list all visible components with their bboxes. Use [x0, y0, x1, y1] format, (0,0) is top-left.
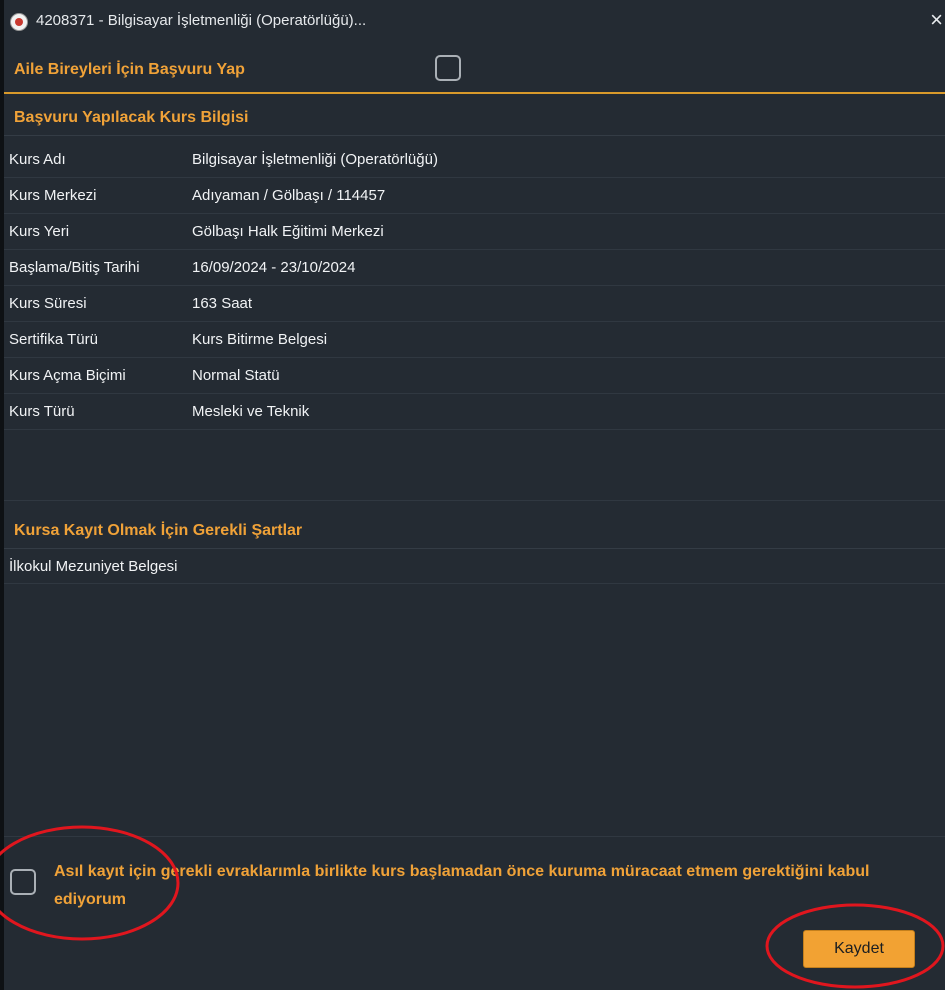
agreement-text: Asıl kayıt için gerekli evraklarımla bir… [54, 863, 870, 908]
info-value: Adıyaman / Gölbaşı / 114457 [192, 187, 386, 204]
info-key: Sertifika Türü [9, 331, 98, 348]
info-row-course-name: Kurs Adı Bilgisayar İşletmenliği (Operat… [4, 142, 945, 178]
info-value: Normal Statü [192, 367, 280, 384]
requirement-item: İlkokul Mezuniyet Belgesi [4, 549, 945, 584]
info-key: Kurs Süresi [9, 295, 87, 312]
family-application-checkbox[interactable] [435, 55, 461, 81]
info-key: Kurs Türü [9, 403, 75, 420]
requirements-heading-text: Kursa Kayıt Olmak İçin Gerekli Şartlar [14, 522, 303, 539]
info-key: Kurs Merkezi [9, 187, 97, 204]
info-value: Gölbaşı Halk Eğitimi Merkezi [192, 223, 384, 240]
family-application-label: Aile Bireyleri İçin Başvuru Yap [14, 61, 245, 78]
info-key: Kurs Yeri [9, 223, 70, 240]
info-value: 16/09/2024 - 23/10/2024 [192, 259, 356, 276]
save-button[interactable]: Kaydet [803, 930, 915, 968]
info-row-opening-type: Kurs Açma Biçimi Normal Statü [4, 358, 945, 394]
course-info-heading-text: Başvuru Yapılacak Kurs Bilgisi [14, 109, 249, 126]
requirements-heading: Kursa Kayıt Olmak İçin Gerekli Şartlar [4, 514, 945, 549]
agreement-checkbox[interactable] [10, 869, 36, 895]
info-row-course-type: Kurs Türü Mesleki ve Teknik [4, 394, 945, 430]
info-value: Kurs Bitirme Belgesi [192, 331, 328, 348]
info-value: Mesleki ve Teknik [192, 403, 310, 420]
meb-logo-icon [10, 13, 28, 31]
title-bar: 4208371 - Bilgisayar İşletmenliği (Opera… [4, 0, 945, 46]
info-value: 163 Saat [192, 295, 253, 312]
info-row-course-center: Kurs Merkezi Adıyaman / Gölbaşı / 114457 [4, 178, 945, 214]
section-divider [4, 500, 945, 501]
info-row-duration: Kurs Süresi 163 Saat [4, 286, 945, 322]
info-key: Kurs Adı [9, 151, 66, 168]
info-key: Kurs Açma Biçimi [9, 367, 126, 384]
close-icon[interactable]: × [930, 9, 943, 31]
footer-divider [4, 836, 945, 837]
window-title: 4208371 - Bilgisayar İşletmenliği (Opera… [36, 12, 367, 29]
course-info-heading: Başvuru Yapılacak Kurs Bilgisi [4, 101, 945, 136]
info-row-certificate-type: Sertifika Türü Kurs Bitirme Belgesi [4, 322, 945, 358]
family-application-row: Aile Bireyleri İçin Başvuru Yap [4, 48, 945, 94]
info-key: Başlama/Bitiş Tarihi [9, 259, 140, 276]
application-dialog: 4208371 - Bilgisayar İşletmenliği (Opera… [4, 0, 945, 990]
requirement-text: İlkokul Mezuniyet Belgesi [9, 558, 178, 575]
info-row-course-location: Kurs Yeri Gölbaşı Halk Eğitimi Merkezi [4, 214, 945, 250]
info-value: Bilgisayar İşletmenliği (Operatörlüğü) [192, 151, 438, 168]
info-row-dates: Başlama/Bitiş Tarihi 16/09/2024 - 23/10/… [4, 250, 945, 286]
